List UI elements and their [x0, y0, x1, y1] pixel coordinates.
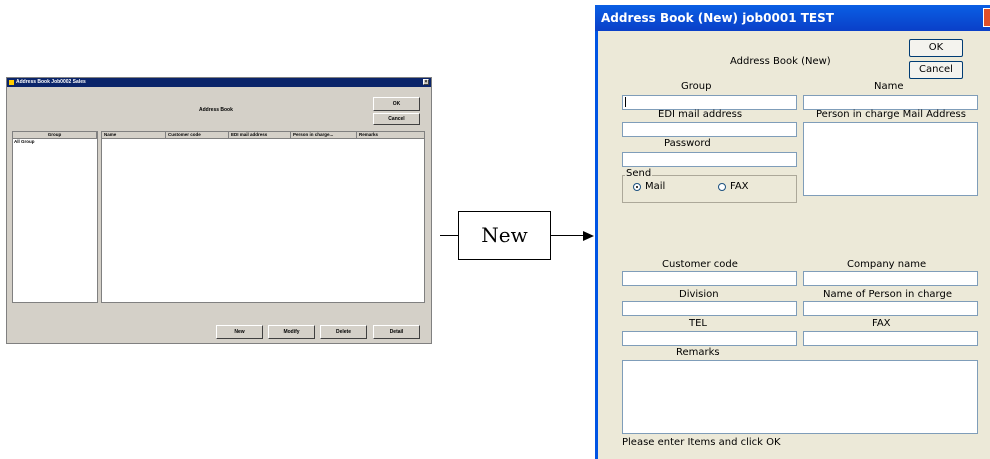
connector-line-left — [440, 235, 458, 236]
name-field[interactable] — [803, 95, 978, 110]
new-address-dialog: Address Book (New) job0001 TEST Address … — [595, 5, 990, 459]
tel-field[interactable] — [622, 331, 797, 346]
small-modify-button[interactable]: Modify — [268, 325, 315, 339]
small-cancel-button[interactable]: Cancel — [373, 113, 420, 125]
ok-button[interactable]: OK — [909, 39, 963, 57]
division-label: Division — [679, 289, 719, 300]
dialog-heading: Address Book (New) — [730, 56, 831, 67]
small-close-icon[interactable]: × — [423, 79, 429, 85]
edi-mail-label: EDI mail address — [658, 109, 743, 120]
group-label: Group — [681, 81, 712, 92]
person-mail-label: Person in charge Mail Address — [816, 109, 966, 120]
small-new-button[interactable]: New — [216, 325, 263, 339]
small-ok-button[interactable]: OK — [373, 97, 420, 111]
small-title-bar: Address Book Job0002 Sales × — [7, 78, 431, 87]
fax-radio[interactable] — [718, 183, 726, 191]
dialog-close-icon[interactable] — [983, 8, 990, 27]
password-label: Password — [664, 138, 711, 149]
mail-radio[interactable] — [633, 183, 641, 191]
person-name-label: Name of Person in charge — [823, 289, 952, 300]
app-icon — [9, 80, 14, 85]
small-detail-button[interactable]: Detail — [373, 325, 420, 339]
text-cursor — [625, 97, 626, 107]
dialog-title: Address Book (New) job0001 TEST — [601, 11, 834, 25]
group-list-item[interactable]: All Group — [14, 139, 35, 144]
group-field[interactable] — [622, 95, 797, 110]
address-list[interactable]: Name Customer code EDI mail address Pers… — [101, 131, 425, 303]
fax-field[interactable] — [803, 331, 978, 346]
dialog-title-bar: Address Book (New) job0001 TEST — [595, 5, 990, 31]
mail-radio-label[interactable]: Mail — [645, 181, 665, 192]
person-mail-field[interactable] — [803, 122, 978, 196]
password-field[interactable] — [622, 152, 797, 167]
name-label: Name — [874, 81, 904, 92]
new-step-label: New — [458, 211, 551, 260]
address-book-window: Address Book Job0002 Sales × Address Boo… — [6, 77, 432, 344]
column-header-edi-mail[interactable]: EDI mail address — [229, 132, 291, 139]
column-header-person-in-charge[interactable]: Person in charge... — [291, 132, 357, 139]
customer-code-label: Customer code — [662, 259, 738, 270]
company-name-label: Company name — [847, 259, 927, 270]
cancel-button[interactable]: Cancel — [909, 61, 963, 79]
company-name-field[interactable] — [803, 271, 978, 286]
fax-label: FAX — [872, 318, 891, 329]
fax-radio-label[interactable]: FAX — [730, 181, 749, 192]
remarks-field[interactable] — [622, 360, 978, 434]
group-list-header[interactable]: Group — [13, 132, 97, 139]
group-list[interactable]: Group All Group — [12, 131, 98, 303]
division-field[interactable] — [622, 301, 797, 316]
small-heading: Address Book — [199, 107, 233, 113]
column-header-customer-code[interactable]: Customer code — [166, 132, 229, 139]
small-delete-button[interactable]: Delete — [320, 325, 367, 339]
send-label: Send — [625, 168, 653, 179]
arrow-right-icon — [583, 231, 594, 241]
status-message: Please enter Items and click OK — [622, 437, 781, 448]
remarks-label: Remarks — [676, 347, 720, 358]
person-name-field[interactable] — [803, 301, 978, 316]
column-header-remarks[interactable]: Remarks — [357, 132, 424, 139]
small-window-title: Address Book Job0002 Sales — [16, 79, 86, 85]
column-header-name[interactable]: Name — [102, 132, 166, 139]
edi-mail-field[interactable] — [622, 122, 797, 137]
tel-label: TEL — [689, 318, 707, 329]
connector-line-right — [551, 235, 584, 236]
customer-code-field[interactable] — [622, 271, 797, 286]
